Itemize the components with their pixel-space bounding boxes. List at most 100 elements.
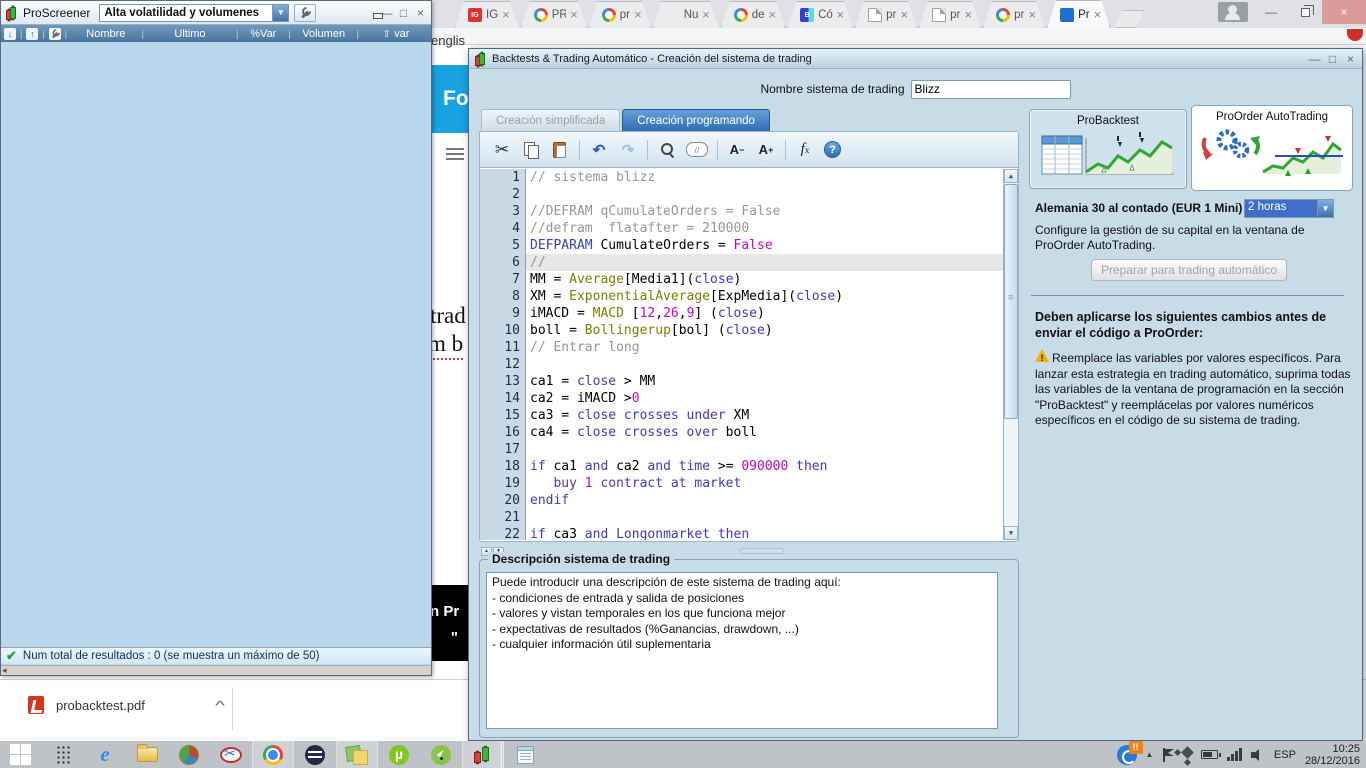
chevron-up-icon[interactable]: ^ [215,698,225,713]
network-signal-icon[interactable] [1227,748,1242,761]
redo-icon[interactable]: ↷ [618,140,638,160]
dots-taskbar-button[interactable] [42,741,84,768]
paste-icon[interactable] [550,140,570,160]
tab-close-icon[interactable]: × [634,10,642,20]
code-line[interactable]: //DEFRAM qCumulateOrders = False [530,203,1003,220]
hidden-icons-chevron[interactable]: ▲ [1146,750,1154,759]
browser-tab[interactable]: pr× [919,1,981,28]
code-lines[interactable]: // sistema blizz //DEFRAM qCumulateOrders… [526,169,1003,540]
code-line[interactable]: ca1 = close > MM [530,373,1003,390]
explorer-taskbar-button[interactable] [126,741,168,768]
clock[interactable]: 10:25 28/12/2016 [1305,743,1360,767]
tab-close-icon[interactable]: × [837,10,845,20]
menu-icon[interactable] [446,148,464,160]
proorder-autotrading-card[interactable]: ProOrder AutoTrading [1191,105,1353,191]
code-line[interactable] [530,441,1003,458]
browser-tab[interactable]: Nueva× [653,1,719,28]
browser-tab[interactable]: de× [721,1,785,28]
maximize-button[interactable]: □ [397,6,410,20]
help-icon[interactable]: ? [824,141,841,158]
notification-icon[interactable]: !! [1117,745,1137,765]
column-header-nombre[interactable]: Nombre [72,28,140,40]
code-line[interactable] [530,186,1003,203]
code-line[interactable]: // Entrar long [530,339,1003,356]
browser-tab[interactable]: pr× [855,1,917,28]
code-line[interactable]: // [526,254,1003,271]
code-line[interactable]: //defram flatafter = 210000 [530,220,1003,237]
decrease-font-icon[interactable]: A− [727,140,747,160]
code-line[interactable]: ca2 = iMACD >0 [530,390,1003,407]
copy-icon[interactable] [521,140,541,160]
column-header-volumen[interactable]: Volumen [293,28,355,40]
increase-font-icon[interactable]: A+ [756,140,776,160]
editor-scrollbar[interactable]: ▲ ▼ [1003,169,1018,540]
splitter-grip[interactable] [740,548,784,554]
code-line[interactable]: // sistema blizz [530,169,1003,186]
code-line[interactable] [530,509,1003,526]
code-line[interactable]: XM = ExponentialAverage[ExpMedia](close) [530,288,1003,305]
tab-creacion-programando[interactable]: Creación programando [622,109,770,131]
start-taskbar-button[interactable] [0,741,42,768]
code-editor[interactable]: 12345678910111213141516171819202122 // s… [480,169,1018,540]
profile-icon[interactable] [1218,2,1248,22]
browser-minimize-button[interactable]: — [1254,0,1288,24]
system-name-input[interactable] [911,80,1071,99]
action-center-flag-icon[interactable] [1162,748,1174,762]
browser-tab[interactable]: pr× [589,1,651,28]
tab-close-icon[interactable]: × [769,10,777,20]
downloaded-file-button[interactable]: probacktest.pdf ^ [28,696,223,714]
dialog-minimize-button[interactable]: — [1308,52,1321,66]
cut-icon[interactable]: ✂ [492,140,512,160]
code-line[interactable]: MM = Average[Media1](close) [530,271,1003,288]
android-taskbar-button[interactable] [420,741,462,768]
dropbox-icon[interactable] [1182,746,1195,759]
tab-close-icon[interactable]: × [502,10,510,20]
column-header-var[interactable]: ⇧ var [361,28,431,40]
browser-restore-button[interactable] [1288,0,1322,24]
column-header-pvar[interactable]: %Var [240,28,286,40]
notepad-taskbar-button[interactable] [504,741,546,768]
download-results-icon[interactable]: ↓ [4,28,16,40]
scroll-up-icon[interactable]: ▲ [1004,169,1018,183]
vnc-taskbar-button[interactable] [168,741,210,768]
chevron-down-icon[interactable]: ▼ [1317,200,1333,217]
browser-tab[interactable]: PR× [521,1,587,28]
description-textarea[interactable]: Puede introducir una descripción de este… [486,572,998,729]
prepare-autotrading-button[interactable]: Preparar para trading automático [1091,259,1287,281]
upload-results-icon[interactable]: ↑ [26,28,38,40]
prt-taskbar-button[interactable] [462,741,504,768]
scroll-down-icon[interactable]: ▼ [1004,526,1018,540]
battery-icon[interactable] [1201,750,1218,759]
probacktest-card[interactable]: ProBacktest [1029,109,1187,189]
scrollbar-thumb[interactable] [1004,184,1018,419]
language-indicator[interactable]: ESP [1274,749,1296,761]
code-line[interactable]: iMACD = MACD [12,26,9] (close) [530,305,1003,322]
utorrent-taskbar-button[interactable] [378,741,420,768]
screener-config-button[interactable] [294,4,316,22]
browser-tab[interactable]: BCó× [787,1,853,28]
tab-close-icon[interactable]: × [965,10,973,20]
volume-icon[interactable] [1251,749,1265,761]
browser-close-button[interactable]: × [1322,0,1366,24]
new-tab-button[interactable] [1114,10,1144,28]
code-line[interactable]: if ca1 and ca2 and time >= 090000 then [530,458,1003,475]
undo-icon[interactable]: ↶ [589,140,609,160]
insert-function-icon[interactable]: fx [795,140,815,160]
tab-close-icon[interactable]: × [1094,10,1102,20]
screener-select[interactable]: Alta volatilidad y volumenes ▼ [99,4,289,22]
eclipse-taskbar-button[interactable] [294,741,336,768]
dialog-maximize-button[interactable]: □ [1326,52,1339,66]
chrome-taskbar-button[interactable] [252,741,294,768]
code-line[interactable]: buy 1 contract at market [530,475,1003,492]
settings-wrench-icon[interactable] [49,28,61,40]
sticky-taskbar-button[interactable] [336,741,378,768]
comment-icon[interactable]: // [686,142,708,157]
tab-close-icon[interactable]: × [702,10,710,20]
code-line[interactable]: boll = Bollingerup[bol] (close) [530,322,1003,339]
dialog-close-button[interactable]: × [1344,52,1357,66]
tab-close-icon[interactable]: × [570,10,578,20]
code-line[interactable]: endif [530,492,1003,509]
tab-creacion-simplificada[interactable]: Creación simplificada [481,109,620,131]
code-line[interactable]: ca3 = close crosses under XM [530,407,1003,424]
snip-taskbar-button[interactable] [210,741,252,768]
